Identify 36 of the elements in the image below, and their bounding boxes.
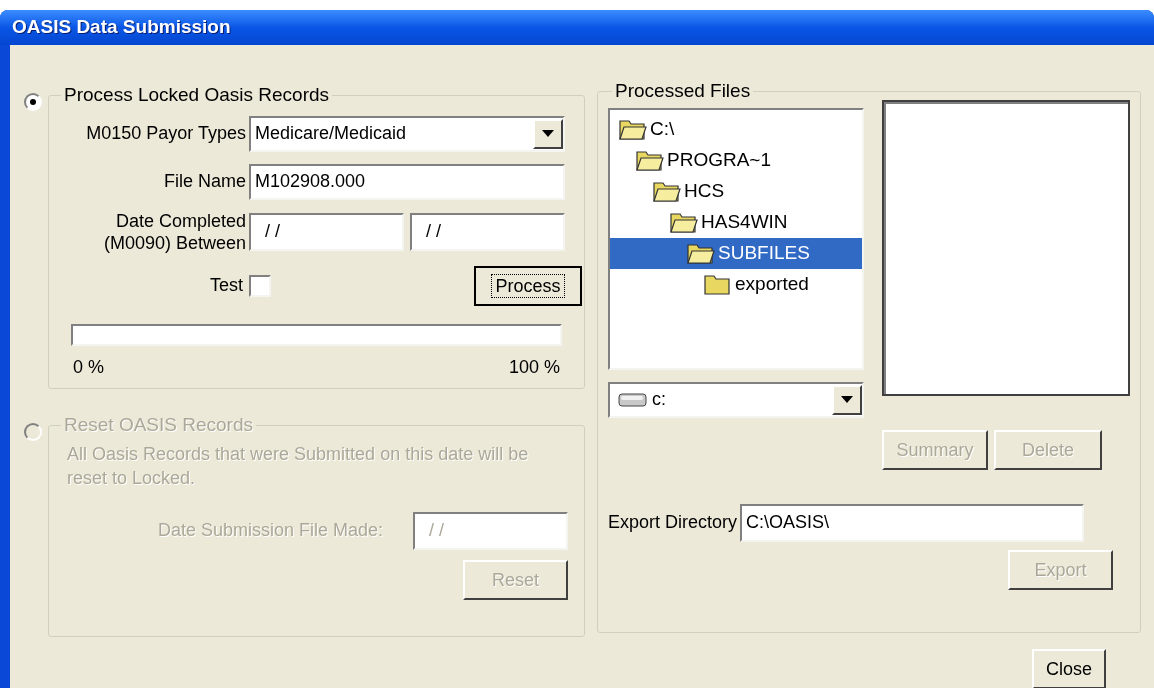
radio-button[interactable] (24, 93, 42, 111)
open-folder-icon (652, 179, 682, 203)
folder-tree-item[interactable]: HCS (610, 175, 862, 207)
date-to-field[interactable]: / / (410, 212, 565, 251)
progress-max-label: 100 % (508, 355, 560, 379)
field-label: File Name (162, 170, 247, 193)
folder-tree-item[interactable]: exported (610, 268, 862, 300)
folder-tree-item[interactable]: PROGRA~1 (610, 144, 862, 176)
close-button[interactable]: Close (1032, 649, 1106, 688)
drive-icon (618, 391, 648, 408)
open-folder-icon (686, 241, 716, 265)
field-label: Export Directory (608, 511, 738, 534)
field-label: Date Submission File Made: (157, 519, 383, 542)
process-button[interactable]: Process (474, 265, 582, 306)
folder-tree-item[interactable]: SUBFILES (610, 237, 862, 269)
file-name-field[interactable]: M102908.000 (249, 163, 565, 200)
field-label: Date Completed (M0090) Between (102, 209, 246, 254)
group-title: Processed Files (614, 79, 752, 103)
payor-type-dropdown[interactable]: Medicare/Medicaid (249, 115, 565, 152)
folder-tree-item[interactable]: HAS4WIN (610, 206, 862, 238)
group-title: Reset OASIS Records (63, 413, 255, 437)
folder-tree-item[interactable]: C:\ (610, 113, 862, 145)
test-checkbox[interactable] (249, 274, 271, 297)
open-folder-icon (618, 117, 648, 141)
group-title: Process Locked Oasis Records (63, 83, 331, 107)
field-label: Test (209, 274, 244, 297)
export-directory-field[interactable]: C:\OASIS\ (740, 503, 1085, 542)
description-text: All Oasis Records that were Submitted on this date will be reset to Locked. (67, 442, 529, 490)
date-from-field[interactable]: / / (249, 212, 404, 251)
open-folder-icon (635, 148, 665, 172)
folder-icon (703, 272, 733, 296)
drive-dropdown[interactable]: c: (608, 381, 864, 418)
field-label: M0150 Payor Types (85, 122, 247, 145)
window-title: OASIS Data Submission (12, 15, 231, 40)
open-folder-icon (669, 210, 699, 234)
progress-min-label: 0 % (73, 355, 105, 379)
